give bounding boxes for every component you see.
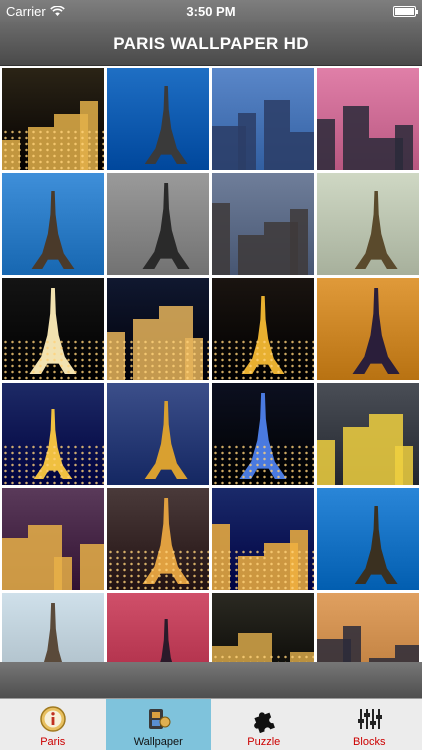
building-shape [80,544,104,590]
wifi-icon [49,5,65,16]
tab-paris[interactable]: Paris [0,699,106,750]
nav-bar: PARIS WALLPAPER HD [0,22,422,66]
wallpaper-thumbnail-eiffel-autumn-leaves[interactable] [2,593,104,662]
eiffel-tower-shape [146,619,186,662]
tab-wallpaper[interactable]: Wallpaper [105,699,211,750]
city-lights [212,654,314,662]
building-shape [395,125,413,170]
city-lights [107,339,209,380]
wallpaper-thumbnail-paris-night-aerial[interactable] [107,278,209,380]
building-shape [317,119,335,170]
building-shape [2,538,28,590]
city-lights [2,444,104,485]
wallpaper-thumbnail-louvre-pyramid-sunset[interactable] [317,68,419,170]
building-shape [395,645,419,662]
wallpaper-thumbnail-eiffel-river-dusk[interactable] [107,383,209,485]
building-shape [264,100,290,170]
wallpaper-thumbnail-hotel-de-ville[interactable] [212,593,314,662]
status-left: Carrier [6,4,65,19]
tab-blocks[interactable]: Blocks [317,699,422,750]
building-shape [343,427,369,485]
eiffel-tower-shape [29,603,77,662]
battery-fill [395,7,414,15]
eiffel-tower-shape [142,183,190,269]
city-lights [2,339,104,380]
film-icon [143,704,173,734]
city-lights [212,444,314,485]
building-shape [343,626,361,662]
wallpaper-thumbnail-obelisk-night[interactable] [212,488,314,590]
building-shape [395,446,413,485]
tab-label: Paris [40,736,66,748]
wallpaper-thumbnail-alexandre-bridge-sunset[interactable] [317,593,419,662]
eiffel-tower-shape [354,191,398,269]
battery-icon [393,5,418,17]
building-shape [317,440,335,485]
building-shape [238,235,264,275]
grid-bottom-fade [0,662,422,698]
building-shape [54,557,72,590]
wallpaper-thumbnail-eiffel-pink-sky[interactable] [107,593,209,662]
wallpaper-thumbnail-notre-dame-dusk[interactable] [212,173,314,275]
puzzle-icon [249,704,279,734]
info-icon [38,704,68,734]
wallpaper-thumbnail-eiffel-tricolor-lights[interactable] [212,383,314,485]
wallpaper-thumbnail-eiffel-sunset-orange[interactable] [317,278,419,380]
wallpaper-thumbnail-eiffel-close-dusk[interactable] [107,488,209,590]
building-shape [343,106,369,170]
city-lights [107,549,209,590]
building-shape [290,209,308,275]
carrier-label: Carrier [6,3,46,19]
tab-bar: Paris Wallpaper Puzzle Blocks [0,698,422,750]
wallpaper-grid[interactable] [0,66,422,662]
sliders-icon [354,704,384,734]
status-bar: Carrier 3:50 PM [0,0,422,22]
eiffel-tower-shape [144,86,188,164]
city-lights [212,549,314,590]
wallpaper-thumbnail-paris-panorama-dusk[interactable] [2,488,104,590]
wallpaper-thumbnail-eiffel-blue-sky-tree[interactable] [2,173,104,275]
wallpaper-thumbnail-eiffel-fountains-night[interactable] [212,278,314,380]
tab-label: Wallpaper [133,736,183,748]
page-title: PARIS WALLPAPER HD [113,33,309,53]
wallpaper-thumbnail-eiffel-moon-blue[interactable] [2,383,104,485]
city-lights [212,339,314,380]
tab-puzzle[interactable]: Puzzle [211,699,317,750]
eiffel-tower-shape [354,506,398,584]
wallpaper-thumbnail-eiffel-clouds-bw[interactable] [107,173,209,275]
eiffel-tower-shape [31,191,75,269]
wallpaper-thumbnail-la-defense-towers[interactable] [212,68,314,170]
wallpaper-thumbnail-street-cafe-night[interactable] [2,68,104,170]
tab-label: Blocks [353,736,386,748]
building-shape [290,132,314,170]
wallpaper-thumbnail-eiffel-night-city[interactable] [2,278,104,380]
tab-label: Puzzle [247,736,281,748]
wallpaper-thumbnail-eiffel-white-clouds[interactable] [317,488,419,590]
wallpaper-thumbnail-eiffel-pale-sky[interactable] [317,173,419,275]
wallpaper-thumbnail-trocadero-storm[interactable] [317,383,419,485]
eiffel-tower-shape [144,401,188,479]
city-lights [2,129,104,170]
building-shape [212,203,230,275]
wallpaper-thumbnail-eiffel-blue-sky[interactable] [107,68,209,170]
eiffel-tower-shape [352,288,400,374]
building-shape [238,113,256,170]
